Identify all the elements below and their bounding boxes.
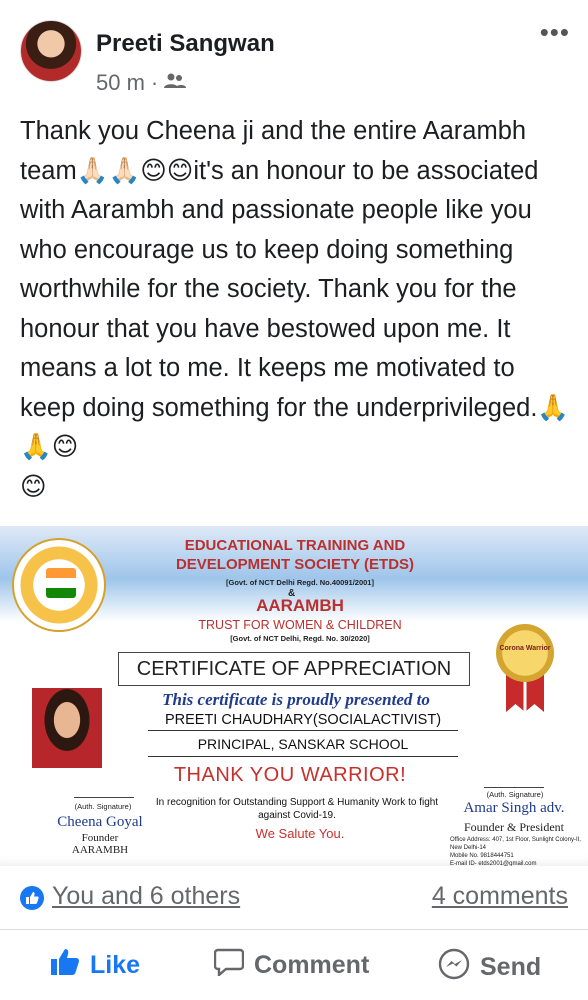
action-bar: Like Comment Send bbox=[0, 930, 588, 1000]
comments-count[interactable]: 4 comments bbox=[432, 882, 568, 911]
cert-role: PRINCIPAL, SANSKAR SCHOOL bbox=[148, 736, 458, 757]
post-time[interactable]: 50 m bbox=[96, 70, 145, 96]
like-button[interactable]: Like bbox=[50, 948, 140, 983]
right-signatory-role: Founder & President bbox=[464, 820, 564, 834]
cert-org2-sub: TRUST FOR WOMEN & CHILDREN bbox=[198, 618, 402, 632]
right-auth-label: (Auth. Signature) bbox=[486, 790, 544, 799]
cert-org2-note: [Govt. of NCT Delhi, Regd. No. 30/2020] bbox=[230, 634, 370, 643]
author-avatar[interactable] bbox=[20, 20, 82, 82]
cert-presented: This certificate is proudly presented to bbox=[162, 690, 430, 709]
right-address: Office Address: 407, 1st Floor, Sunlight… bbox=[450, 837, 581, 866]
send-label: Send bbox=[480, 953, 542, 981]
comment-label: Comment bbox=[254, 951, 370, 979]
author-name[interactable]: Preeti Sangwan bbox=[96, 30, 275, 58]
more-horizontal-icon[interactable]: ••• bbox=[540, 19, 570, 45]
like-label: Like bbox=[90, 951, 141, 979]
cert-thanks: THANK YOU WARRIOR! bbox=[173, 764, 407, 786]
like-reaction-icon bbox=[20, 886, 44, 910]
send-button[interactable]: Send bbox=[438, 948, 541, 987]
right-signature bbox=[484, 748, 544, 788]
left-auth-label: (Auth. Signature) bbox=[74, 802, 132, 811]
left-signature bbox=[74, 780, 134, 798]
cert-salute: We Salute You. bbox=[255, 826, 345, 841]
cert-org1-note: [Govt. of NCT Delhi Regd. No.40091/2001] bbox=[226, 578, 374, 587]
comment-button[interactable]: Comment bbox=[213, 948, 370, 983]
cert-title: CERTIFICATE OF APPRECIATION bbox=[118, 652, 470, 686]
comment-icon bbox=[213, 948, 245, 983]
thumbs-up-icon bbox=[50, 948, 80, 983]
left-signatory-name: Cheena Goyal bbox=[57, 814, 143, 830]
reactions-bar: You and 6 others 4 comments bbox=[0, 868, 588, 930]
cert-recipient: PREETI CHAUDHARY(SOCIALACTIVIST) bbox=[148, 712, 458, 731]
meta-separator: · bbox=[150, 70, 159, 95]
medal-icon bbox=[496, 624, 554, 682]
cert-org1: EDUCATIONAL TRAINING AND DEVELOPMENT SOC… bbox=[175, 537, 415, 573]
medal-text: Corona Warrior bbox=[499, 645, 551, 652]
etds-seal-logo bbox=[12, 538, 106, 632]
reactions-summary[interactable]: You and 6 others bbox=[52, 882, 240, 911]
messenger-icon bbox=[438, 948, 470, 987]
certificate-image[interactable]: EDUCATIONAL TRAINING AND DEVELOPMENT SOC… bbox=[0, 526, 588, 866]
cert-org2: AARAMBH bbox=[256, 596, 344, 615]
post-header: Preeti Sangwan 50 m · ••• bbox=[0, 0, 588, 112]
post-text: Thank you Cheena ji and the entire Aaram… bbox=[20, 117, 570, 501]
right-signatory-name: Amar Singh adv. bbox=[463, 800, 565, 816]
left-signatory-role: Founder AARAMBH bbox=[71, 832, 129, 856]
cert-description: In recognition for Outstanding Support &… bbox=[155, 797, 439, 821]
friends-icon[interactable] bbox=[164, 70, 187, 96]
post-meta: 50 m · bbox=[96, 70, 187, 96]
recipient-photo bbox=[32, 688, 102, 768]
